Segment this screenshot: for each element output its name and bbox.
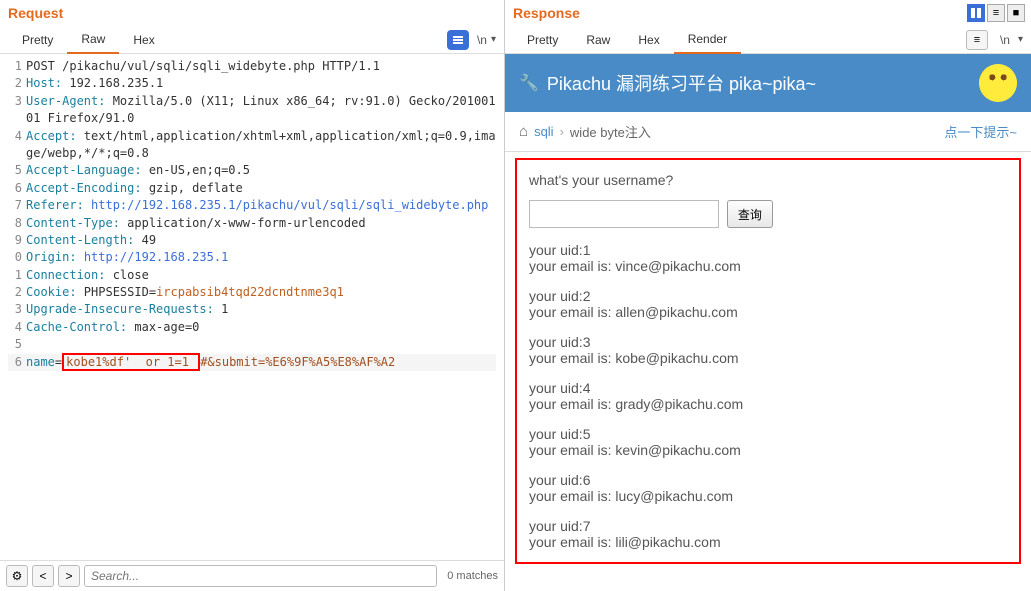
tab-raw-resp[interactable]: Raw [572, 27, 624, 53]
tab-pretty-resp[interactable]: Pretty [513, 27, 572, 53]
breadcrumb: ⌂ sqli › wide byte注入 点一下提示~ [505, 112, 1031, 152]
search-next-icon[interactable]: > [58, 565, 80, 587]
result-item: your uid:1your email is: vince@pikachu.c… [529, 242, 1007, 274]
request-pane: Request Pretty Raw Hex \n ▾ 1POST /pikac… [0, 0, 505, 591]
tab-render[interactable]: Render [674, 26, 741, 54]
rendered-page: 🔧 Pikachu 漏洞练习平台 pika~pika~ ⌂ sqli › wid… [505, 54, 1031, 591]
tab-raw[interactable]: Raw [67, 26, 119, 54]
result-item: your uid:7your email is: lili@pikachu.co… [529, 518, 1007, 550]
render-options-icon[interactable]: ≡ [966, 30, 988, 50]
query-label: what's your username? [529, 172, 1007, 188]
tab-hex[interactable]: Hex [119, 27, 168, 53]
result-item: your uid:4your email is: grady@pikachu.c… [529, 380, 1007, 412]
request-tabs: Pretty Raw Hex \n ▾ [0, 26, 504, 54]
results-list: your uid:1your email is: vince@pikachu.c… [529, 242, 1007, 550]
view-toggle-group: ≡ ■ [967, 4, 1025, 22]
tab-hex-resp[interactable]: Hex [624, 27, 673, 53]
result-item: your uid:6your email is: lucy@pikachu.co… [529, 472, 1007, 504]
breadcrumb-link[interactable]: sqli [534, 124, 554, 139]
actions-icon[interactable] [447, 30, 469, 50]
newline-label-resp: \n [1000, 33, 1010, 47]
page-title: Pikachu 漏洞练习平台 pika~pika~ [547, 70, 816, 96]
result-item: your uid:3your email is: kobe@pikachu.co… [529, 334, 1007, 366]
key-icon: 🔧 [519, 73, 539, 93]
search-prev-icon[interactable]: < [32, 565, 54, 587]
query-button[interactable]: 查询 [727, 200, 773, 228]
result-item: your uid:5your email is: kevin@pikachu.c… [529, 426, 1007, 458]
hint-link[interactable]: 点一下提示~ [944, 122, 1017, 141]
page-header: 🔧 Pikachu 漏洞练习平台 pika~pika~ [505, 54, 1031, 112]
search-bar: ⚙ < > 0 matches [0, 560, 504, 591]
search-input[interactable] [84, 565, 437, 587]
result-box: what's your username? 查询 your uid:1your … [515, 158, 1021, 564]
username-input[interactable] [529, 200, 719, 228]
search-options-icon[interactable]: ⚙ [6, 565, 28, 587]
home-icon[interactable]: ⌂ [519, 123, 528, 140]
newline-label: \n [477, 33, 487, 47]
dropdown-icon[interactable]: ▾ [491, 34, 496, 45]
dropdown-icon-resp[interactable]: ▾ [1018, 34, 1023, 45]
response-title: Response [505, 0, 1031, 26]
view-single-icon[interactable]: ■ [1007, 4, 1025, 22]
avatar [979, 64, 1017, 102]
request-body[interactable]: 1POST /pikachu/vul/sqli/sqli_widebyte.ph… [0, 54, 504, 560]
breadcrumb-sep: › [560, 124, 564, 139]
response-pane: ≡ ■ Response Pretty Raw Hex Render ≡ \n … [505, 0, 1031, 591]
view-horizontal-icon[interactable]: ≡ [987, 4, 1005, 22]
result-item: your uid:2your email is: allen@pikachu.c… [529, 288, 1007, 320]
response-tabs: Pretty Raw Hex Render ≡ \n ▾ [505, 26, 1031, 54]
search-matches: 0 matches [447, 570, 498, 582]
tab-pretty[interactable]: Pretty [8, 27, 67, 53]
breadcrumb-current: wide byte注入 [570, 122, 651, 141]
request-title: Request [0, 0, 504, 26]
view-split-icon[interactable] [967, 4, 985, 22]
